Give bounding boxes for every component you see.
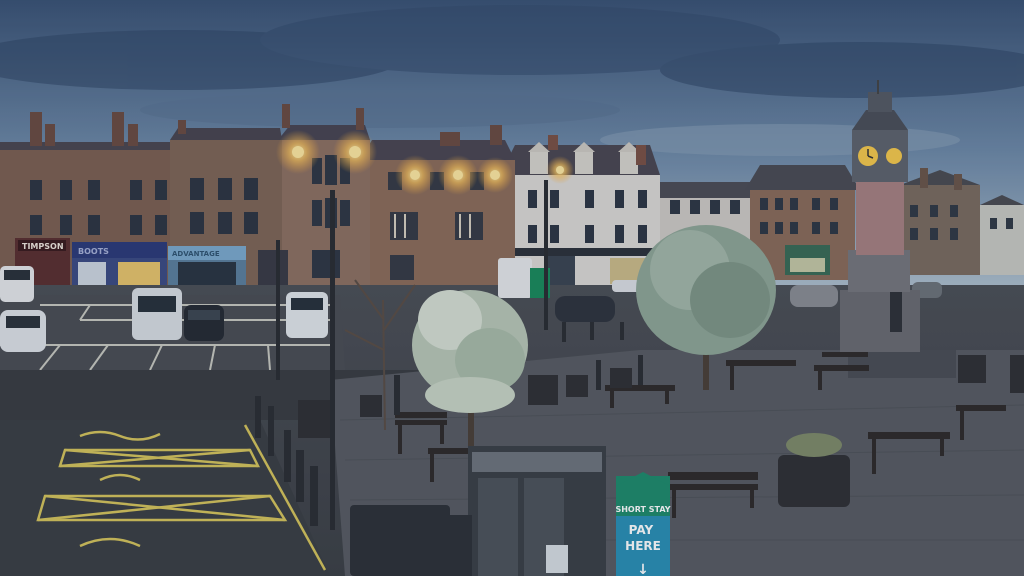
webcam-scene: TIMPSON BOOTS ADVANTAGE SHORT STAY PAY H… <box>0 0 1024 576</box>
dusk-tint <box>0 0 1024 576</box>
market-square-photo: TIMPSON BOOTS ADVANTAGE SHORT STAY PAY H… <box>0 0 1024 576</box>
